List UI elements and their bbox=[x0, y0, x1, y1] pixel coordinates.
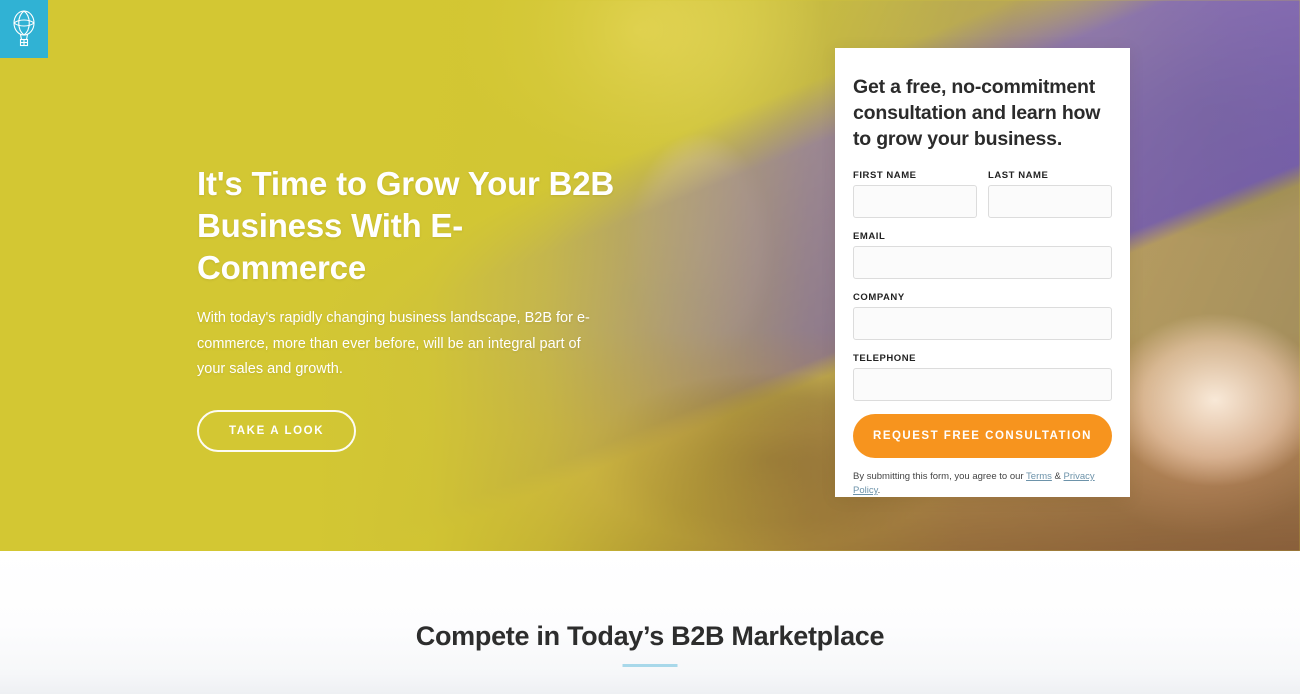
request-free-consultation-button[interactable]: REQUEST FREE CONSULTATION bbox=[853, 414, 1112, 458]
email-label: EMAIL bbox=[853, 231, 886, 242]
landing-page: It's Time to Grow Your B2B Business With… bbox=[0, 0, 1300, 694]
company-input[interactable] bbox=[853, 307, 1112, 340]
fine-print-suffix: . bbox=[877, 485, 881, 496]
last-name-input[interactable] bbox=[988, 185, 1112, 218]
section-title-underline bbox=[622, 664, 678, 667]
field-last-name: LAST NAME bbox=[988, 170, 1112, 218]
last-name-label: LAST NAME bbox=[988, 170, 1049, 181]
form-heading: Get a free, no-commitment consultation a… bbox=[853, 76, 1101, 150]
hero-subtitle: With today's rapidly changing business l… bbox=[197, 310, 590, 377]
telephone-label: TELEPHONE bbox=[853, 353, 917, 364]
first-name-label: FIRST NAME bbox=[853, 170, 917, 181]
fine-print-prefix: By submitting this form, you agree to ou… bbox=[853, 471, 1027, 482]
take-a-look-button[interactable]: TAKE A LOOK bbox=[197, 409, 357, 452]
field-first-name: FIRST NAME bbox=[853, 170, 977, 218]
telephone-input[interactable] bbox=[853, 368, 1112, 401]
page-title: It's Time to Grow Your B2B Business With… bbox=[197, 165, 615, 286]
site-logo[interactable] bbox=[0, 0, 48, 58]
name-row: FIRST NAME LAST NAME bbox=[853, 170, 1112, 231]
hero-content: It's Time to Grow Your B2B Business With… bbox=[197, 163, 627, 452]
marketplace-section: Compete in Today’s B2B Marketplace bbox=[0, 551, 1300, 694]
fine-print-separator: & bbox=[1051, 471, 1064, 482]
consultation-form-card: Get a free, no-commitment consultation a… bbox=[835, 48, 1130, 497]
form-fine-print: By submitting this form, you agree to ou… bbox=[853, 470, 1112, 498]
section-title: Compete in Today’s B2B Marketplace bbox=[415, 621, 885, 651]
field-email: EMAIL bbox=[853, 231, 1112, 279]
company-label: COMPANY bbox=[853, 292, 905, 303]
terms-link[interactable]: Terms bbox=[1026, 471, 1052, 482]
field-telephone: TELEPHONE bbox=[853, 353, 1112, 401]
hot-air-balloon-icon bbox=[9, 10, 39, 48]
field-company: COMPANY bbox=[853, 292, 1112, 340]
email-input[interactable] bbox=[853, 246, 1112, 279]
first-name-input[interactable] bbox=[853, 185, 977, 218]
